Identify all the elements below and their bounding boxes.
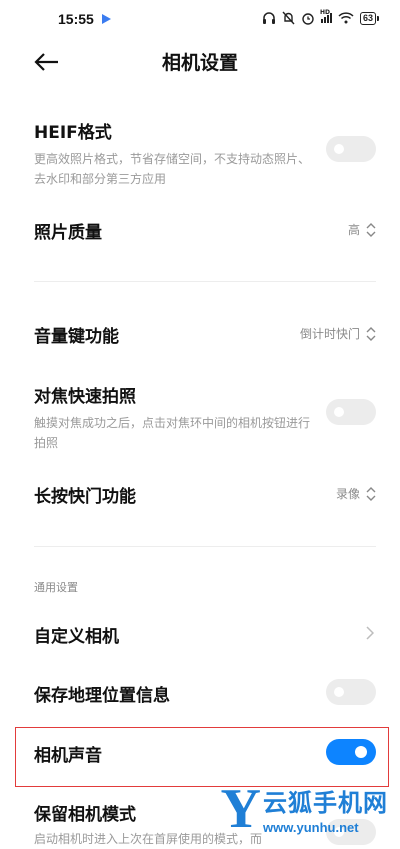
photo-quality-value-text: 高 (347, 223, 360, 237)
section-title-general: 通用设置 (34, 581, 78, 594)
save-location-label: 保存地理位置信息 (34, 686, 170, 706)
header: 相机设置 (0, 40, 400, 84)
setting-heif[interactable]: HEIF格式 更高效照片格式，节省存储空间，不支持动态照片、去水印和部分第三方应… (34, 118, 376, 189)
chevron-updown-icon (366, 486, 376, 501)
status-time: 15:55 (58, 11, 94, 27)
status-icons: HD 63 (262, 9, 380, 25)
wifi-icon (338, 12, 354, 24)
heif-label: HEIF格式 (34, 123, 112, 143)
save-location-toggle[interactable] (326, 679, 376, 705)
battery-icon: 63 (359, 11, 380, 25)
long-press-value[interactable]: 录像 (336, 485, 376, 502)
focus-shot-label: 对焦快速拍照 (34, 387, 136, 407)
setting-photo-quality[interactable]: 照片质量 高 (34, 218, 376, 243)
chevron-updown-icon (366, 222, 376, 237)
setting-custom-camera[interactable]: 自定义相机 (34, 622, 376, 647)
watermark-name: 云狐手机网 (263, 789, 388, 817)
signal-icon: HD (320, 9, 332, 23)
setting-save-location[interactable]: 保存地理位置信息 (34, 679, 376, 706)
camera-sound-toggle[interactable] (326, 739, 376, 765)
focus-shot-description: 触摸对焦成功之后，点击对焦环中间的相机按钮进行拍照 (34, 416, 311, 450)
headphones-icon (262, 12, 275, 24)
long-press-value-text: 录像 (335, 487, 360, 501)
focus-shot-toggle[interactable] (326, 399, 376, 425)
watermark-url: www.yunhu.net (263, 820, 359, 835)
watermark-logo: Y 云狐手机网 www.yunhu.net (221, 781, 388, 837)
divider (34, 546, 376, 547)
alarm-icon (302, 13, 314, 25)
photo-quality-value[interactable]: 高 (348, 221, 376, 238)
volume-key-value-text: 倒计时快门 (299, 327, 360, 341)
hd-badge: HD (319, 9, 330, 16)
chevron-right-icon (366, 626, 374, 640)
custom-camera-label: 自定义相机 (34, 627, 119, 647)
heif-description: 更高效照片格式，节省存储空间，不支持动态照片、去水印和部分第三方应用 (34, 152, 311, 186)
long-press-label: 长按快门功能 (34, 487, 136, 507)
volume-key-value[interactable]: 倒计时快门 (300, 325, 376, 342)
setting-camera-sound[interactable]: 相机声音 (34, 739, 376, 766)
media-play-icon (102, 14, 111, 24)
camera-sound-label: 相机声音 (34, 746, 102, 766)
chevron-updown-icon (366, 326, 376, 341)
mute-bell-icon (282, 11, 295, 25)
status-bar: 15:55 HD 63 (0, 0, 400, 40)
setting-long-press-shutter[interactable]: 长按快门功能 录像 (34, 482, 376, 507)
watermark-letter: Y (220, 778, 261, 840)
divider (34, 281, 376, 282)
heif-toggle[interactable] (326, 136, 376, 162)
photo-quality-label: 照片质量 (34, 223, 102, 243)
page-title: 相机设置 (161, 52, 238, 74)
setting-volume-key[interactable]: 音量键功能 倒计时快门 (34, 322, 376, 347)
setting-focus-shot[interactable]: 对焦快速拍照 触摸对焦成功之后，点击对焦环中间的相机按钮进行拍照 (34, 382, 376, 453)
